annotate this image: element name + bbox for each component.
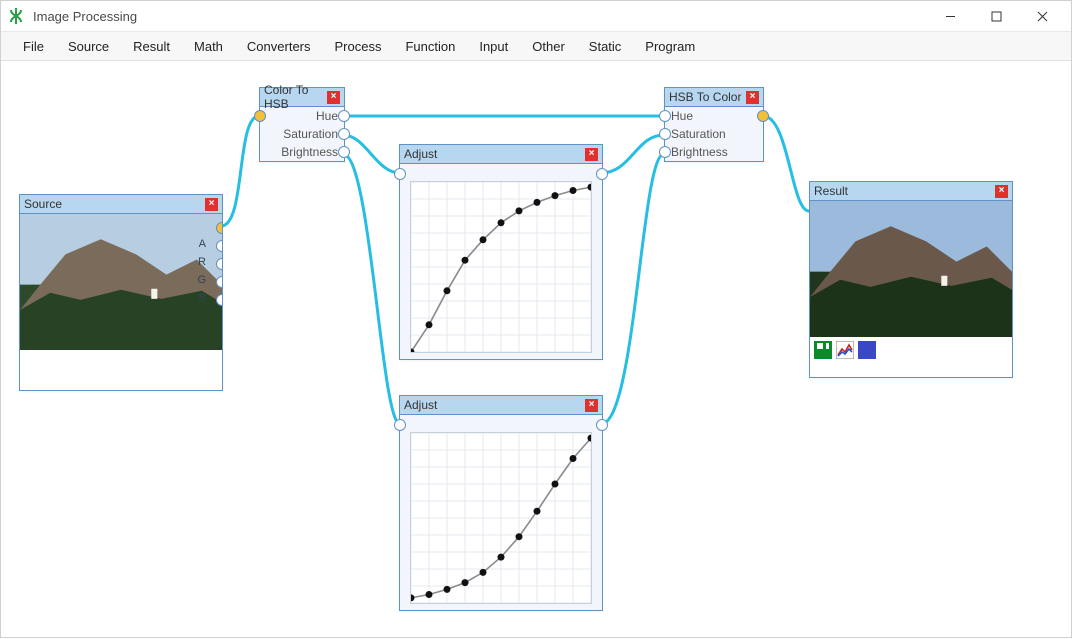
port-out-hue[interactable] bbox=[338, 110, 350, 122]
menu-other[interactable]: Other bbox=[520, 32, 577, 60]
port-row-brightness: Brightness bbox=[260, 143, 344, 161]
node-title: Source bbox=[24, 197, 205, 211]
node-adjust-1[interactable]: Adjust × bbox=[399, 144, 603, 360]
node-adjust-2[interactable]: Adjust × bbox=[399, 395, 603, 611]
port-out-adjust2[interactable] bbox=[596, 419, 608, 431]
port-out-sat[interactable] bbox=[338, 128, 350, 140]
node-title: Adjust bbox=[404, 147, 585, 161]
node-header[interactable]: Color To HSB × bbox=[260, 88, 344, 107]
close-icon[interactable]: × bbox=[327, 91, 340, 104]
menu-result[interactable]: Result bbox=[121, 32, 182, 60]
source-channel-g: G bbox=[197, 274, 206, 286]
port-source-b[interactable] bbox=[216, 294, 222, 306]
source-channel-a: A bbox=[199, 238, 206, 250]
app-icon bbox=[7, 7, 25, 25]
source-image[interactable]: A R G B bbox=[20, 214, 222, 350]
port-out-adjust1[interactable] bbox=[596, 168, 608, 180]
result-toolbar bbox=[810, 337, 1012, 377]
menu-program[interactable]: Program bbox=[633, 32, 707, 60]
menu-converters[interactable]: Converters bbox=[235, 32, 323, 60]
node-title: HSB To Color bbox=[669, 90, 746, 104]
save-icon[interactable] bbox=[814, 341, 832, 359]
source-channel-r: R bbox=[198, 256, 206, 268]
close-icon[interactable]: × bbox=[995, 185, 1008, 198]
close-icon[interactable]: × bbox=[205, 198, 218, 211]
graph-canvas[interactable]: Source × A R G B Colo bbox=[1, 61, 1071, 639]
color-swatch-icon[interactable] bbox=[858, 341, 876, 359]
port-in-hue[interactable] bbox=[659, 110, 671, 122]
node-title: Result bbox=[814, 184, 995, 198]
close-icon[interactable]: × bbox=[585, 148, 598, 161]
curve-editor-1[interactable] bbox=[410, 181, 592, 353]
node-header[interactable]: Adjust × bbox=[400, 145, 602, 164]
menu-bar: File Source Result Math Converters Proce… bbox=[1, 32, 1071, 61]
node-title: Adjust bbox=[404, 398, 585, 412]
result-image[interactable] bbox=[810, 201, 1012, 337]
menu-file[interactable]: File bbox=[11, 32, 56, 60]
title-bar: Image Processing bbox=[1, 1, 1071, 32]
menu-math[interactable]: Math bbox=[182, 32, 235, 60]
port-source-a[interactable] bbox=[216, 240, 222, 252]
curve-editor-2[interactable] bbox=[410, 432, 592, 604]
port-source-r[interactable] bbox=[216, 258, 222, 270]
node-color-to-hsb[interactable]: Color To HSB × Hue Saturation Brightness bbox=[259, 87, 345, 162]
port-in-bri[interactable] bbox=[659, 146, 671, 158]
menu-source[interactable]: Source bbox=[56, 32, 121, 60]
menu-process[interactable]: Process bbox=[323, 32, 394, 60]
node-header[interactable]: Result × bbox=[810, 182, 1012, 201]
maximize-button[interactable] bbox=[973, 2, 1019, 31]
port-row-hue-in: Hue bbox=[665, 107, 763, 125]
port-in-adjust1[interactable] bbox=[394, 168, 406, 180]
port-in-image[interactable] bbox=[254, 110, 266, 122]
port-in-sat[interactable] bbox=[659, 128, 671, 140]
menu-input[interactable]: Input bbox=[467, 32, 520, 60]
node-header[interactable]: Source × bbox=[20, 195, 222, 214]
window-title: Image Processing bbox=[33, 9, 927, 24]
node-result[interactable]: Result × bbox=[809, 181, 1013, 378]
port-row-bri-in: Brightness bbox=[665, 143, 763, 161]
close-window-button[interactable] bbox=[1019, 2, 1065, 31]
port-row-hue: Hue bbox=[260, 107, 344, 125]
menu-function[interactable]: Function bbox=[393, 32, 467, 60]
close-icon[interactable]: × bbox=[746, 91, 759, 104]
minimize-button[interactable] bbox=[927, 2, 973, 31]
port-out-color[interactable] bbox=[757, 110, 769, 122]
node-source[interactable]: Source × A R G B bbox=[19, 194, 223, 391]
port-row-sat-in: Saturation bbox=[665, 125, 763, 143]
source-channel-b: B bbox=[199, 292, 206, 304]
port-in-adjust2[interactable] bbox=[394, 419, 406, 431]
node-hsb-to-color[interactable]: HSB To Color × Hue Saturation Brightness bbox=[664, 87, 764, 162]
port-source-g[interactable] bbox=[216, 276, 222, 288]
close-icon[interactable]: × bbox=[585, 399, 598, 412]
node-header[interactable]: HSB To Color × bbox=[665, 88, 763, 107]
port-out-bri[interactable] bbox=[338, 146, 350, 158]
node-header[interactable]: Adjust × bbox=[400, 396, 602, 415]
histogram-icon[interactable] bbox=[836, 341, 854, 359]
port-row-saturation: Saturation bbox=[260, 125, 344, 143]
menu-static[interactable]: Static bbox=[577, 32, 634, 60]
